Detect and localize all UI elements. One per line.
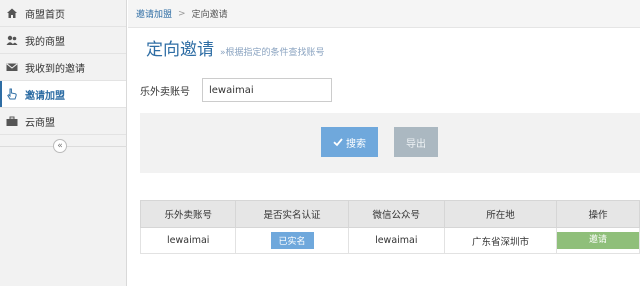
action-bar: 搜索 导出	[140, 113, 640, 173]
cell-action: 邀请	[555, 227, 640, 254]
envelope-icon	[6, 61, 18, 73]
hand-pointer-icon	[6, 88, 18, 100]
page-header: 定向邀请 »根据指定的条件查找账号	[128, 28, 640, 68]
home-icon	[6, 7, 18, 19]
sidebar-item-received-invites[interactable]: 我收到的邀请	[0, 54, 126, 81]
column-header-location: 所在地	[444, 200, 557, 228]
collapse-sidebar-icon[interactable]: «	[53, 139, 67, 153]
breadcrumb: 邀请加盟 > 定向邀请	[128, 0, 640, 28]
sidebar-item-label: 邀请加盟	[25, 90, 65, 102]
column-header-wechat: 微信公众号	[347, 200, 446, 228]
sidebar-item-invite-join[interactable]: 邀请加盟	[0, 81, 126, 108]
export-button[interactable]: 导出	[394, 127, 438, 157]
sidebar-item-label: 商盟首页	[25, 9, 65, 21]
briefcase-icon	[6, 115, 18, 127]
search-button[interactable]: 搜索	[321, 127, 378, 157]
sidebar-item-cloud-alliance[interactable]: 云商盟	[0, 108, 126, 135]
users-icon	[6, 34, 18, 46]
main-content: 邀请加盟 > 定向邀请 定向邀请 »根据指定的条件查找账号 乐外卖账号 搜索 导…	[128, 0, 640, 286]
breadcrumb-current: 定向邀请	[191, 10, 228, 20]
sidebar: 商盟首页 我的商盟 我收到的邀请 邀请加盟 云商盟 «	[0, 0, 127, 286]
cell-wechat: lewaimai	[347, 227, 446, 254]
account-search-row: 乐外卖账号	[140, 78, 332, 102]
cell-verified: 已实名	[235, 227, 349, 254]
search-button-label: 搜索	[346, 138, 366, 150]
page-subtitle: »根据指定的条件查找账号	[220, 48, 325, 58]
account-search-input[interactable]	[202, 78, 332, 102]
column-header-verified: 是否实名认证	[235, 200, 349, 228]
export-button-label: 导出	[406, 138, 426, 150]
page-title: 定向邀请	[146, 40, 214, 60]
breadcrumb-link[interactable]: 邀请加盟	[136, 7, 172, 20]
sidebar-item-label: 我收到的邀请	[25, 63, 85, 75]
invite-button[interactable]: 邀请	[556, 232, 639, 249]
sidebar-item-label: 我的商盟	[25, 36, 65, 48]
sidebar-item-label: 云商盟	[25, 117, 55, 129]
sidebar-item-home[interactable]: 商盟首页	[0, 0, 126, 27]
table-header-row: 乐外卖账号 是否实名认证 微信公众号 所在地 操作	[139, 200, 640, 228]
column-header-action: 操作	[555, 200, 640, 228]
account-field-label: 乐外卖账号	[140, 86, 190, 98]
results-table: 乐外卖账号 是否实名认证 微信公众号 所在地 操作 lewaimai 已实名 l…	[139, 200, 640, 254]
cell-account: lewaimai	[139, 227, 237, 254]
column-header-account: 乐外卖账号	[139, 200, 237, 228]
verified-badge: 已实名	[270, 232, 314, 249]
table-row: lewaimai 已实名 lewaimai 广东省深圳市 邀请	[139, 227, 640, 254]
cell-location: 广东省深圳市	[444, 227, 557, 254]
breadcrumb-separator: >	[178, 8, 186, 19]
sidebar-item-my-alliance[interactable]: 我的商盟	[0, 27, 126, 54]
check-icon	[333, 138, 343, 147]
